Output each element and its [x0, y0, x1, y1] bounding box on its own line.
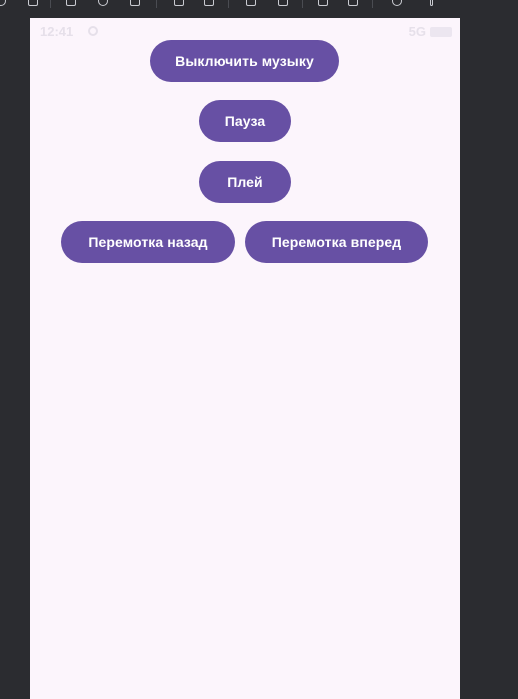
camera-icon[interactable]	[246, 0, 256, 6]
pause-button[interactable]: Пауза	[199, 100, 291, 142]
play-button[interactable]: Плей	[199, 161, 291, 203]
toolbar-divider	[372, 0, 373, 8]
battery-icon	[430, 27, 452, 37]
rewind-button[interactable]: Перемотка назад	[61, 221, 235, 263]
file-icon[interactable]	[28, 0, 38, 6]
ide-toolbar	[0, 0, 518, 12]
back-icon[interactable]	[66, 0, 76, 6]
mute-music-button[interactable]: Выключить музыку	[150, 40, 339, 82]
folder-icon[interactable]	[318, 0, 328, 6]
network-indicator: 5G	[408, 24, 426, 39]
sync-icon[interactable]	[0, 0, 6, 6]
fast-forward-button[interactable]: Перемотка вперед	[245, 221, 428, 263]
phone-screen: 12:41 5G Выключить музыку Пауза Плей Пер…	[30, 18, 460, 699]
rotate-icon[interactable]	[98, 0, 108, 6]
toolbar-divider	[302, 0, 303, 8]
record-icon[interactable]	[278, 0, 288, 6]
toolbar-divider	[228, 0, 229, 8]
device-icon[interactable]	[204, 0, 214, 6]
image-icon[interactable]	[348, 0, 358, 6]
more-options-icon[interactable]	[430, 0, 433, 6]
toolbar-divider	[50, 0, 51, 8]
status-time: 12:41	[40, 24, 74, 39]
settings-icon[interactable]	[174, 0, 184, 6]
ide-window: 12:41 5G Выключить музыку Пауза Плей Пер…	[0, 0, 518, 699]
clipboard-icon[interactable]	[130, 0, 140, 6]
help-icon[interactable]	[392, 0, 402, 6]
toolbar-divider	[156, 0, 157, 8]
settings-icon	[88, 26, 98, 36]
